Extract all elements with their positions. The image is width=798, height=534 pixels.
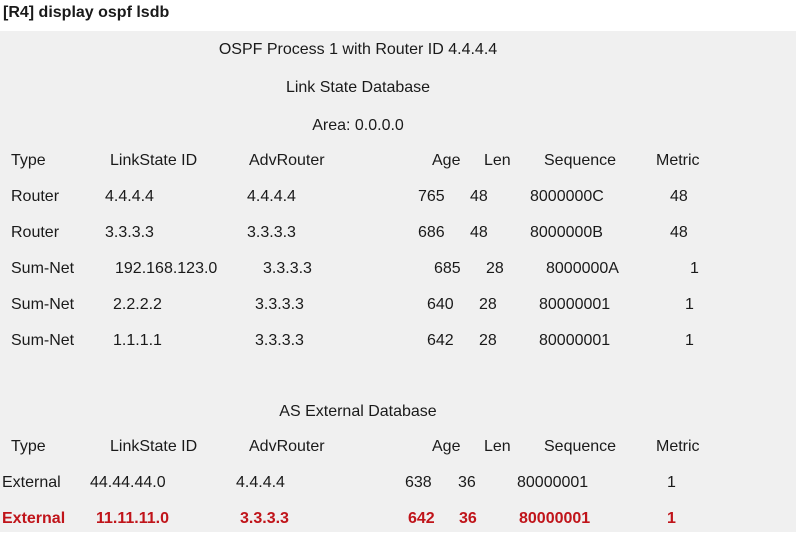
cell-adv-router: 3.3.3.3 — [263, 260, 312, 277]
col-adv-router: AdvRouter — [249, 152, 325, 169]
process-line: OSPF Process 1 with Router ID 4.4.4.4 — [218, 41, 498, 58]
cell-age: 640 — [427, 296, 454, 313]
cell-len: 28 — [479, 296, 497, 313]
cell-ls-id: 11.11.11.0 — [96, 510, 169, 527]
col-type: Type — [11, 438, 46, 455]
cell-type: External — [2, 474, 61, 491]
cell-sequence: 80000001 — [519, 510, 591, 527]
cell-adv-router: 3.3.3.3 — [240, 510, 289, 527]
cell-adv-router: 3.3.3.3 — [255, 296, 304, 313]
cell-age: 642 — [427, 332, 454, 349]
col-ls-id: LinkState ID — [110, 152, 198, 169]
cell-age: 765 — [418, 188, 445, 205]
cell-ls-id: 1.1.1.1 — [113, 332, 162, 349]
external-row: External 44.44.44.0 4.4.4.4 638 36 80000001 1 — [0, 474, 796, 498]
cell-sequence: 8000000C — [530, 188, 604, 205]
cell-metric: 1 — [685, 296, 694, 313]
col-len: Len — [484, 438, 511, 455]
external-title: AS External Database — [279, 403, 437, 420]
cell-metric: 1 — [685, 332, 694, 349]
lsdb-title: Link State Database — [285, 79, 431, 96]
col-type: Type — [11, 152, 46, 169]
cell-type: Router — [11, 224, 60, 241]
cell-ls-id: 4.4.4.4 — [105, 188, 154, 205]
col-age: Age — [432, 438, 461, 455]
cell-type: Sum-Net — [11, 332, 75, 349]
output-panel: OSPF Process 1 with Router ID 4.4.4.4 Li… — [0, 31, 796, 532]
cell-metric: 1 — [667, 510, 676, 527]
cell-metric: 1 — [690, 260, 699, 277]
cell-type: External — [2, 510, 66, 527]
cell-sequence: 80000001 — [517, 474, 589, 491]
cell-sequence: 80000001 — [539, 332, 611, 349]
col-metric: Metric — [656, 438, 700, 455]
cell-age: 686 — [418, 224, 445, 241]
cell-ls-id: 3.3.3.3 — [105, 224, 154, 241]
cell-adv-router: 3.3.3.3 — [247, 224, 296, 241]
cell-type: Sum-Net — [11, 296, 75, 313]
cell-adv-router: 4.4.4.4 — [247, 188, 296, 205]
cell-len: 48 — [470, 188, 488, 205]
cell-ls-id: 192.168.123.0 — [115, 260, 218, 277]
col-age: Age — [432, 152, 461, 169]
col-adv-router: AdvRouter — [249, 438, 325, 455]
lsa-row: Sum-Net 192.168.123.0 3.3.3.3 685 28 8000000A… — [0, 260, 796, 284]
cell-sequence: 8000000B — [530, 224, 603, 241]
lsa-row: Router 4.4.4.4 4.4.4.4 765 48 8000000C 48 — [0, 188, 796, 212]
col-ls-id: LinkState ID — [110, 438, 198, 455]
col-sequence: Sequence — [544, 152, 617, 169]
cell-len: 48 — [470, 224, 488, 241]
lsa-row: Router 3.3.3.3 3.3.3.3 686 48 8000000B 48 — [0, 224, 796, 248]
cell-metric: 1 — [667, 474, 676, 491]
cell-len: 28 — [486, 260, 504, 277]
command-title: [R4] display ospf lsdb — [3, 4, 170, 21]
cell-age: 642 — [408, 510, 435, 527]
cell-adv-router: 3.3.3.3 — [255, 332, 304, 349]
cell-age: 638 — [405, 474, 432, 491]
cell-metric: 48 — [670, 224, 688, 241]
cell-len: 36 — [458, 474, 476, 491]
cell-sequence: 80000001 — [539, 296, 611, 313]
cell-age: 685 — [434, 260, 461, 277]
col-metric: Metric — [656, 152, 700, 169]
cell-len: 28 — [479, 332, 497, 349]
cell-type: Router — [11, 188, 60, 205]
cell-metric: 48 — [670, 188, 688, 205]
area-header-row: Type LinkState ID AdvRouter Age Len Sequ… — [0, 152, 796, 176]
cell-adv-router: 4.4.4.4 — [236, 474, 285, 491]
cell-ls-id: 44.44.44.0 — [90, 474, 166, 491]
cell-sequence: 8000000A — [546, 260, 619, 277]
col-sequence: Sequence — [544, 438, 617, 455]
lsa-row: Sum-Net 1.1.1.1 3.3.3.3 642 28 80000001 1 — [0, 332, 796, 356]
col-len: Len — [484, 152, 511, 169]
area-label: Area: 0.0.0.0 — [312, 117, 404, 134]
cell-type: Sum-Net — [11, 260, 75, 277]
lsa-row: Sum-Net 2.2.2.2 3.3.3.3 640 28 80000001 1 — [0, 296, 796, 320]
external-row-highlighted: External 11.11.11.0 3.3.3.3 642 36 80000001 1 — [0, 510, 796, 534]
cell-len: 36 — [459, 510, 477, 527]
cell-ls-id: 2.2.2.2 — [113, 296, 162, 313]
external-header-row: Type LinkState ID AdvRouter Age Len Sequ… — [0, 438, 796, 462]
